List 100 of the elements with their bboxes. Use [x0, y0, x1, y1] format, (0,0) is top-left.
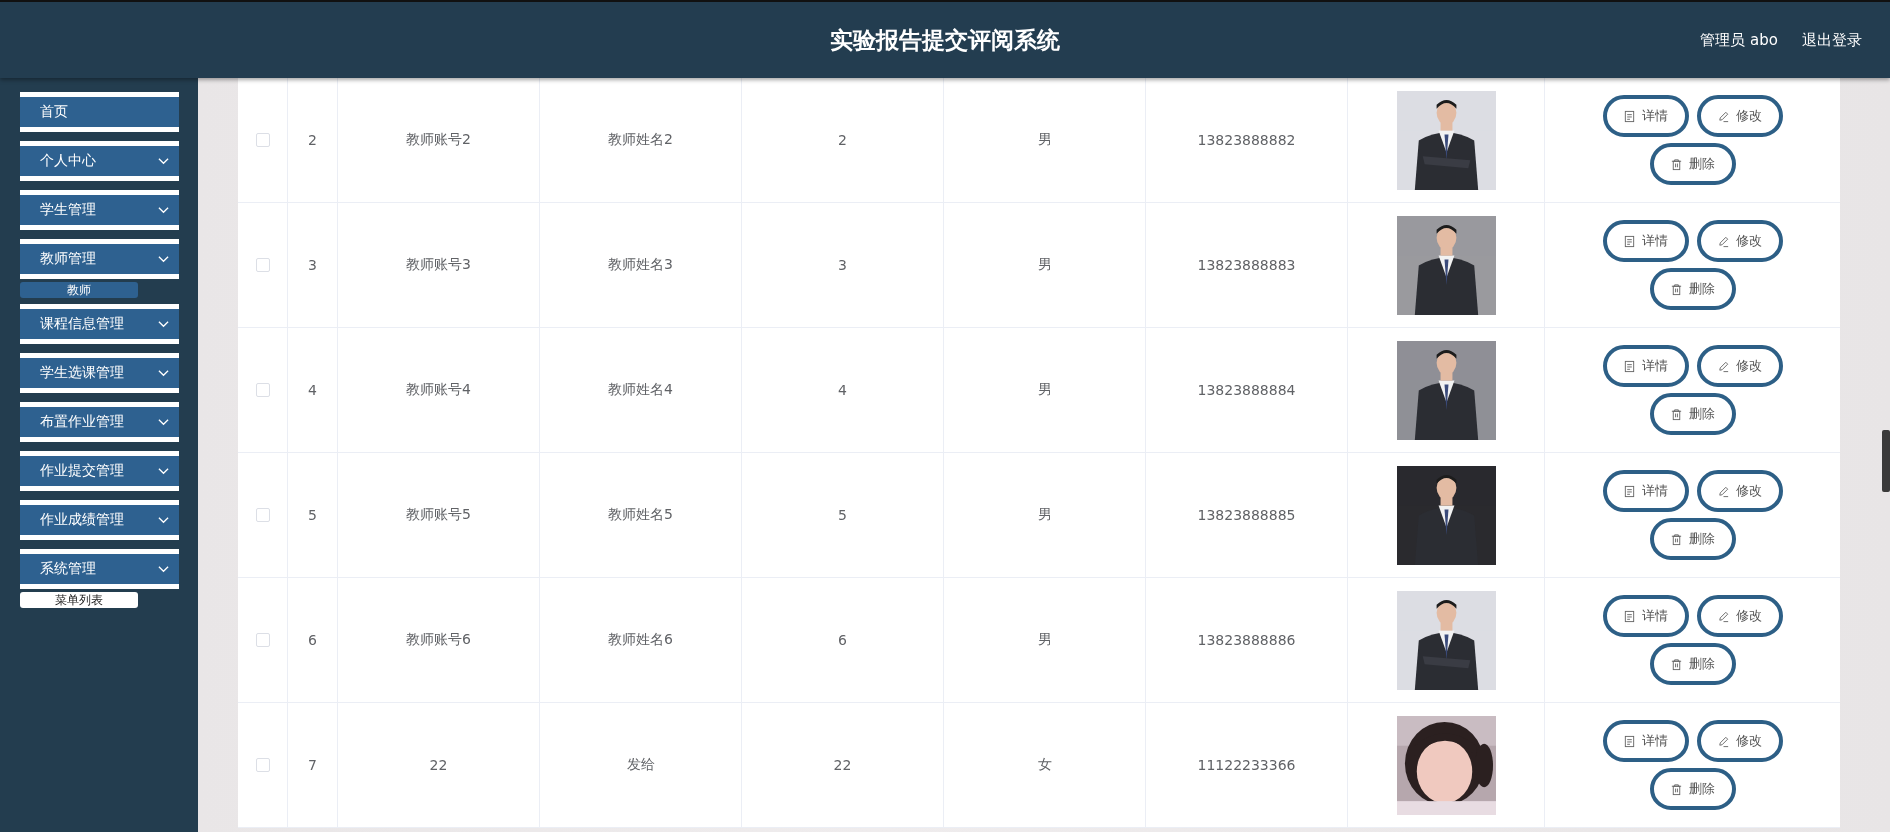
trash-icon [1670, 657, 1683, 671]
table-cell: 13823888885 [1197, 507, 1296, 523]
chevron-down-icon [158, 369, 169, 377]
menu-item[interactable]: 课程信息管理 [20, 304, 179, 344]
checkbox[interactable] [255, 133, 270, 147]
menu-item[interactable]: 布置作业管理 [20, 402, 179, 442]
pencil-icon [1717, 234, 1730, 248]
table-cell: 女 [1037, 756, 1052, 774]
table-cell: 男 [1037, 381, 1052, 399]
delete-button[interactable]: 删除 [1649, 518, 1736, 560]
details-button[interactable]: 详情 [1602, 95, 1689, 137]
menu-item[interactable]: 教师管理 [20, 239, 179, 279]
chevron-down-icon [158, 206, 169, 214]
table-cell: 13823888886 [1197, 632, 1296, 648]
chevron-down-icon [158, 565, 169, 573]
table-cell: 13823888884 [1197, 382, 1296, 398]
trash-icon [1670, 407, 1683, 421]
delete-button[interactable]: 删除 [1649, 643, 1736, 685]
table-cell: 男 [1037, 131, 1052, 149]
chevron-down-icon [158, 418, 169, 426]
details-button[interactable]: 详情 [1602, 720, 1689, 762]
details-button[interactable]: 详情 [1602, 220, 1689, 262]
pencil-icon [1717, 734, 1730, 748]
menu-item[interactable]: 学生管理 [20, 190, 179, 230]
checkbox[interactable] [255, 383, 270, 397]
document-icon [1623, 734, 1636, 748]
details-button[interactable]: 详情 [1602, 345, 1689, 387]
edit-button[interactable]: 修改 [1696, 345, 1783, 387]
table-cell: 教师账号4 [406, 381, 471, 399]
document-icon [1623, 234, 1636, 248]
table-cell: 教师账号3 [406, 256, 471, 274]
scrollbar-thumb[interactable] [1882, 430, 1890, 492]
trash-icon [1670, 532, 1683, 546]
checkbox[interactable] [255, 633, 270, 647]
document-icon [1623, 109, 1636, 123]
table-cell: 发给 [626, 756, 655, 774]
menu-item[interactable]: 作业提交管理 [20, 451, 179, 491]
table-cell: 男 [1037, 631, 1052, 649]
table-cell: 3 [838, 257, 847, 273]
table-cell: 教师姓名2 [608, 131, 673, 149]
edit-button[interactable]: 修改 [1696, 470, 1783, 512]
delete-button[interactable]: 删除 [1649, 143, 1736, 185]
details-button[interactable]: 详情 [1602, 470, 1689, 512]
table-cell: 11122233366 [1197, 757, 1296, 773]
details-button[interactable]: 详情 [1602, 595, 1689, 637]
menu-item[interactable]: 首页 [20, 92, 179, 132]
delete-button[interactable]: 删除 [1649, 768, 1736, 810]
table-cell: 4 [308, 382, 317, 398]
table-cell: 6 [838, 632, 847, 648]
table-cell: 教师姓名4 [608, 381, 673, 399]
table-cell: 7 [308, 757, 317, 773]
edit-button[interactable]: 修改 [1696, 720, 1783, 762]
delete-button[interactable]: 删除 [1649, 393, 1736, 435]
table-cell: 13823888883 [1197, 257, 1296, 273]
pencil-icon [1717, 609, 1730, 623]
chevron-down-icon [158, 157, 169, 165]
table-cell: 教师姓名5 [608, 506, 673, 524]
table-cell: 教师姓名3 [608, 256, 673, 274]
table-cell: 22 [833, 757, 852, 773]
document-icon [1623, 359, 1636, 373]
table-cell: 6 [308, 632, 317, 648]
edit-button[interactable]: 修改 [1696, 220, 1783, 262]
checkbox[interactable] [255, 508, 270, 522]
table-cell: 5 [838, 507, 847, 523]
submenu-item[interactable]: 菜单列表 [20, 592, 138, 608]
menu-item[interactable]: 作业成绩管理 [20, 500, 179, 540]
chevron-down-icon [158, 320, 169, 328]
edit-button[interactable]: 修改 [1696, 595, 1783, 637]
logout-link[interactable]: 退出登录 [1802, 30, 1862, 50]
table-cell: 教师账号2 [406, 131, 471, 149]
table-cell: 4 [838, 382, 847, 398]
table-cell: 3 [308, 257, 317, 273]
table-cell: 男 [1037, 256, 1052, 274]
table-cell: 教师账号5 [406, 506, 471, 524]
table-cell: 教师账号6 [406, 631, 471, 649]
trash-icon [1670, 157, 1683, 171]
table-cell: 5 [308, 507, 317, 523]
table-cell: 2 [838, 132, 847, 148]
delete-button[interactable]: 删除 [1649, 268, 1736, 310]
trash-icon [1670, 282, 1683, 296]
app-title: 实验报告提交评阅系统 [830, 25, 1060, 55]
pencil-icon [1717, 109, 1730, 123]
user-label: 管理员 abo [1700, 30, 1778, 50]
edit-button[interactable]: 修改 [1696, 95, 1783, 137]
chevron-down-icon [158, 516, 169, 524]
table-cell: 13823888882 [1197, 132, 1296, 148]
table-cell: 2 [308, 132, 317, 148]
checkbox[interactable] [255, 258, 270, 272]
submenu-item[interactable]: 教师 [20, 282, 138, 298]
checkbox[interactable] [255, 758, 270, 772]
menu-item[interactable]: 系统管理 [20, 549, 179, 589]
pencil-icon [1717, 359, 1730, 373]
menu-item[interactable]: 学生选课管理 [20, 353, 179, 393]
chevron-down-icon [158, 467, 169, 475]
trash-icon [1670, 782, 1683, 796]
table-cell: 男 [1037, 506, 1052, 524]
table-cell: 22 [429, 757, 448, 773]
document-icon [1623, 609, 1636, 623]
document-icon [1623, 484, 1636, 498]
menu-item[interactable]: 个人中心 [20, 141, 179, 181]
